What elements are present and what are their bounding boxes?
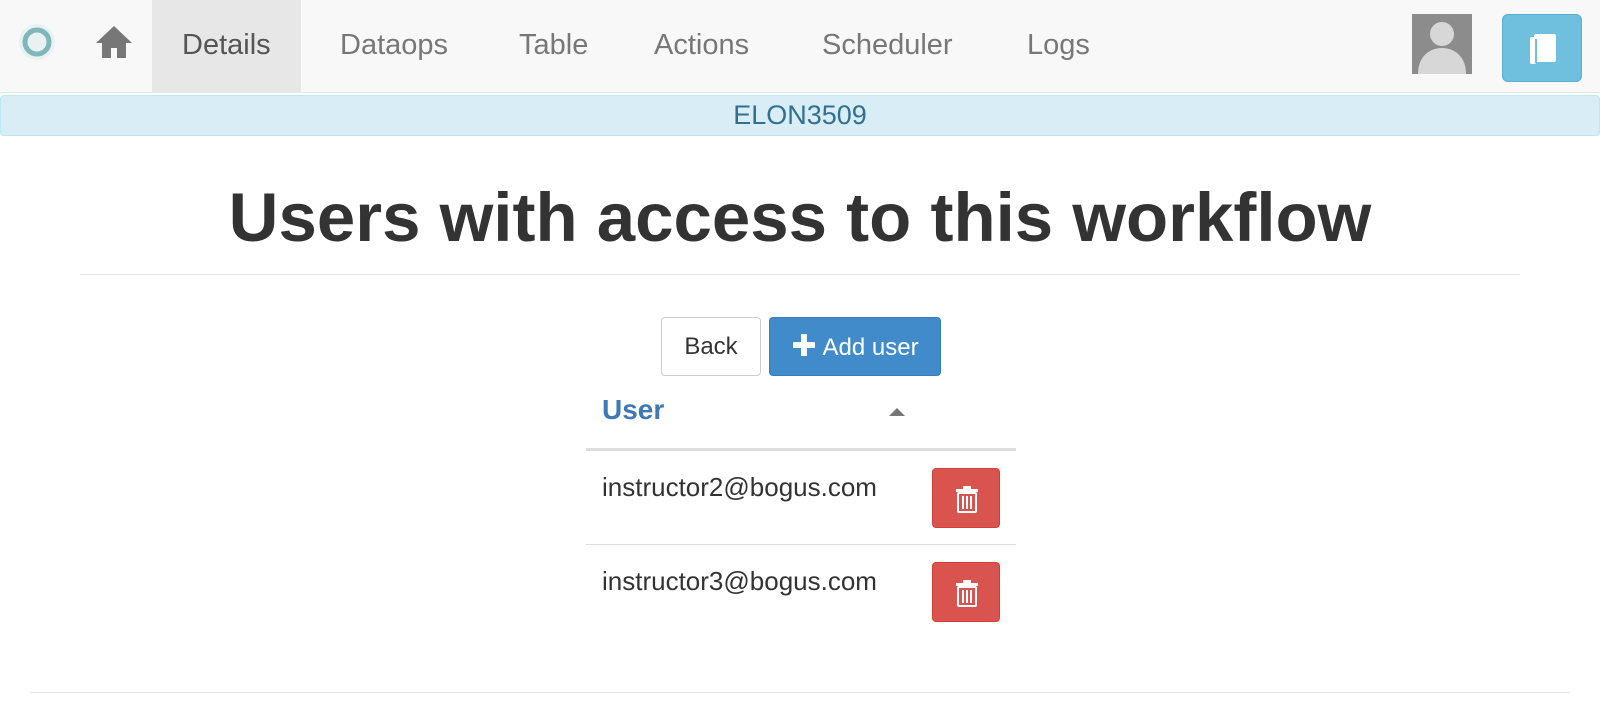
top-navbar: Details Dataops Table Actions Scheduler … xyxy=(0,0,1600,93)
sort-ascending-icon[interactable] xyxy=(889,408,905,416)
workflow-name-banner: ELON3509 xyxy=(0,95,1600,136)
tab-logs[interactable]: Logs xyxy=(997,0,1120,93)
delete-user-button[interactable] xyxy=(932,562,1000,622)
back-button[interactable]: Back xyxy=(661,317,761,376)
tab-dataops[interactable]: Dataops xyxy=(310,0,478,93)
footer-divider xyxy=(30,692,1570,693)
tab-table[interactable]: Table xyxy=(489,0,618,93)
book-icon xyxy=(1530,34,1556,64)
user-email-cell: instructor2@bogus.com xyxy=(602,472,877,502)
delete-user-button[interactable] xyxy=(932,468,1000,528)
column-header-user[interactable]: User xyxy=(602,394,664,426)
user-email-cell: instructor3@bogus.com xyxy=(602,566,877,596)
plus-icon: ✚ xyxy=(791,330,817,363)
title-divider xyxy=(80,274,1520,275)
page-title: Users with access to this workflow xyxy=(228,179,1372,256)
book-button[interactable] xyxy=(1502,14,1582,82)
user-avatar-icon[interactable] xyxy=(1412,14,1472,74)
home-icon[interactable] xyxy=(94,22,134,62)
logo-ring-icon[interactable] xyxy=(19,24,55,60)
tab-details[interactable]: Details xyxy=(152,0,301,93)
header-divider xyxy=(586,448,1016,451)
tab-scheduler[interactable]: Scheduler xyxy=(792,0,983,93)
trash-icon xyxy=(956,580,978,607)
tab-actions[interactable]: Actions xyxy=(624,0,779,93)
add-user-button[interactable]: ✚ Add user xyxy=(769,317,941,376)
row-divider xyxy=(586,544,1016,545)
add-user-label: Add user xyxy=(822,334,919,361)
trash-icon xyxy=(956,486,978,513)
